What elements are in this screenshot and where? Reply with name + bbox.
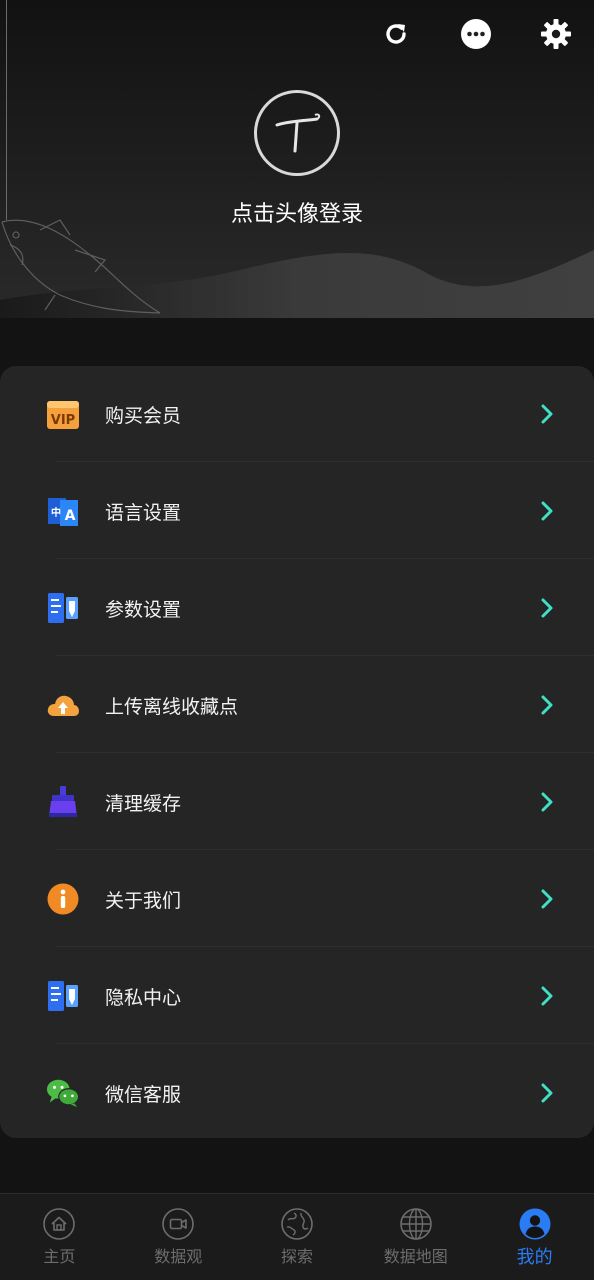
profile-header: 点击头像登录 <box>0 0 594 318</box>
tab-data-map[interactable]: 数据地图 <box>356 1194 475 1280</box>
divider <box>56 946 594 947</box>
svg-text:VIP: VIP <box>51 413 75 428</box>
login-prompt[interactable]: 点击头像登录 <box>0 196 594 228</box>
menu-item-label: 上传离线收藏点 <box>105 695 239 718</box>
divider <box>56 461 594 462</box>
tab-home[interactable]: 主页 <box>0 1194 119 1280</box>
menu-item-language-settings[interactable]: 中 A 语言设置 <box>0 463 594 559</box>
menu-item-parameter-settings[interactable]: 参数设置 <box>0 560 594 656</box>
chevron-right-icon <box>541 889 553 909</box>
privacy-icon <box>46 979 80 1013</box>
avatar[interactable] <box>254 90 340 176</box>
chevron-right-icon <box>541 986 553 1006</box>
hanging-line <box>6 0 7 220</box>
tab-label: 数据地图 <box>383 1247 448 1266</box>
more-icon <box>461 19 491 49</box>
menu-item-label: 语言设置 <box>105 501 182 524</box>
video-icon <box>161 1207 195 1241</box>
tab-mine[interactable]: 我的 <box>475 1194 594 1280</box>
divider <box>56 1043 594 1044</box>
more-button[interactable] <box>456 14 496 54</box>
globe-icon <box>280 1207 314 1241</box>
menu-item-clear-cache[interactable]: 清理缓存 <box>0 754 594 850</box>
tab-label: 探索 <box>280 1247 313 1266</box>
menu-item-wechat-support[interactable]: 微信客服 <box>0 1045 594 1141</box>
bottom-tab-bar: 主页 数据观 探索 数据地图 我的 <box>0 1193 594 1280</box>
menu-item-about-us[interactable]: 关于我们 <box>0 851 594 947</box>
tab-data-view[interactable]: 数据观 <box>119 1194 238 1280</box>
menu-item-label: 参数设置 <box>105 598 182 621</box>
menu-item-label: 微信客服 <box>105 1083 182 1106</box>
menu-item-label: 清理缓存 <box>105 792 182 815</box>
info-icon <box>46 882 80 916</box>
divider <box>56 752 594 753</box>
menu-item-label: 关于我们 <box>105 889 182 912</box>
chevron-right-icon <box>541 404 553 424</box>
chevron-right-icon <box>541 792 553 812</box>
tab-label: 主页 <box>43 1247 76 1266</box>
svg-text:中: 中 <box>51 506 61 519</box>
vip-icon: VIP <box>46 397 80 431</box>
menu-item-upload-offline-favorites[interactable]: 上传离线收藏点 <box>0 657 594 753</box>
cloud-upload-icon <box>46 688 80 722</box>
menu-item-privacy-center[interactable]: 隐私中心 <box>0 948 594 1044</box>
app-logo-icon <box>275 113 321 153</box>
parameters-icon <box>46 591 80 625</box>
chevron-right-icon <box>541 501 553 521</box>
settings-button[interactable] <box>536 14 576 54</box>
wechat-icon <box>46 1076 80 1110</box>
divider <box>56 655 594 656</box>
refresh-icon <box>386 24 406 44</box>
menu-item-label: 隐私中心 <box>105 986 182 1009</box>
divider <box>56 849 594 850</box>
settings-icon <box>541 19 571 49</box>
world-grid-icon <box>399 1207 433 1241</box>
home-icon <box>42 1207 76 1241</box>
chevron-right-icon <box>541 695 553 715</box>
profile-icon <box>518 1207 552 1241</box>
settings-menu: VIP 购买会员 中 A 语言设置 参数设置 上传离线收藏点 清理缓存 关于我们… <box>0 366 594 1138</box>
refresh-button[interactable] <box>376 14 416 54</box>
tab-label: 我的 <box>516 1247 553 1268</box>
chevron-right-icon <box>541 598 553 618</box>
svg-text:A: A <box>65 508 76 524</box>
tab-explore[interactable]: 探索 <box>238 1194 357 1280</box>
broom-icon <box>46 785 80 819</box>
divider <box>56 558 594 559</box>
menu-item-buy-membership[interactable]: VIP 购买会员 <box>0 366 594 462</box>
chevron-right-icon <box>541 1083 553 1103</box>
menu-item-label: 购买会员 <box>105 404 182 427</box>
language-icon: 中 A <box>46 494 80 528</box>
tab-label: 数据观 <box>154 1247 203 1266</box>
